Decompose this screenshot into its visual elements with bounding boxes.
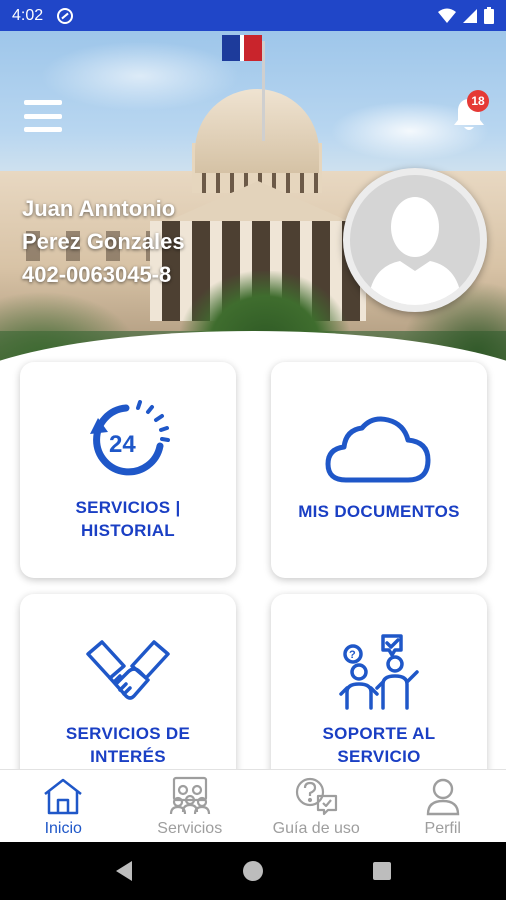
handshake-icon	[20, 634, 236, 710]
nav-item-perfil[interactable]: Perfil	[380, 770, 506, 842]
flagpole	[262, 41, 265, 141]
nav-label: Perfil	[424, 820, 461, 837]
support-people-icon: ?	[271, 632, 487, 712]
palace-pediment	[168, 181, 348, 221]
sky-cloud	[40, 41, 240, 111]
notification-count-badge: 18	[467, 90, 489, 112]
battery-icon	[484, 7, 494, 24]
card-servicios-historial[interactable]: 24 SERVICIOS | HISTORIAL	[20, 362, 236, 578]
signal-icon	[463, 8, 477, 23]
wifi-icon	[438, 8, 456, 23]
clock-24-icon: 24	[20, 400, 236, 480]
user-last-name: Perez Gonzales	[22, 229, 185, 254]
recents-button-icon[interactable]	[372, 861, 392, 881]
back-button-icon[interactable]	[114, 860, 134, 882]
card-label-line2: INTERÉS	[90, 747, 166, 766]
card-label-line2: SERVICIO	[337, 747, 421, 766]
flag	[222, 35, 262, 61]
nav-label: Servicios	[157, 820, 223, 837]
person-icon	[426, 778, 459, 816]
svg-text:?: ?	[349, 649, 356, 661]
home-icon	[44, 778, 83, 815]
android-navigation-bar	[0, 842, 506, 900]
user-first-name: Juan Anntonio	[22, 196, 176, 221]
menu-line	[24, 100, 62, 105]
people-group-icon	[169, 776, 210, 815]
avatar[interactable]	[343, 168, 487, 312]
cloud-icon	[271, 412, 487, 486]
status-time: 4:02	[12, 6, 44, 24]
menu-line	[24, 113, 62, 119]
nav-item-inicio[interactable]: Inicio	[0, 770, 127, 842]
svg-text:24: 24	[109, 431, 136, 458]
user-info: Juan Anntonio Perez Gonzales 402-0063045…	[22, 192, 185, 291]
bottom-navigation: Inicio Servicios Guía de uso Perfil	[0, 769, 506, 842]
nav-label: Guía de uso	[272, 820, 360, 837]
status-bar: 4:02	[0, 0, 506, 31]
card-mis-documentos[interactable]: MIS DOCUMENTOS	[271, 362, 487, 578]
card-label-line1: SERVICIOS |	[75, 498, 181, 517]
help-chat-icon	[296, 777, 338, 816]
notifications-button[interactable]: 18	[452, 90, 489, 134]
nav-item-guia-de-uso[interactable]: Guía de uso	[253, 770, 380, 842]
user-id-number: 402-0063045-8	[22, 262, 172, 287]
app-notification-icon	[57, 7, 74, 24]
nav-item-servicios[interactable]: Servicios	[127, 770, 254, 842]
menu-line	[24, 127, 62, 132]
card-label-line1: MIS DOCUMENTOS	[298, 502, 460, 521]
hamburger-menu-icon[interactable]	[24, 100, 62, 132]
nav-label: Inicio	[44, 820, 82, 837]
card-label-line1: SOPORTE AL	[322, 724, 436, 743]
card-label-line1: SERVICIOS DE	[65, 724, 191, 743]
card-label-line2: HISTORIAL	[80, 521, 175, 540]
status-icons	[438, 7, 494, 24]
home-button-icon[interactable]	[242, 860, 264, 882]
user-silhouette-icon	[368, 197, 462, 305]
